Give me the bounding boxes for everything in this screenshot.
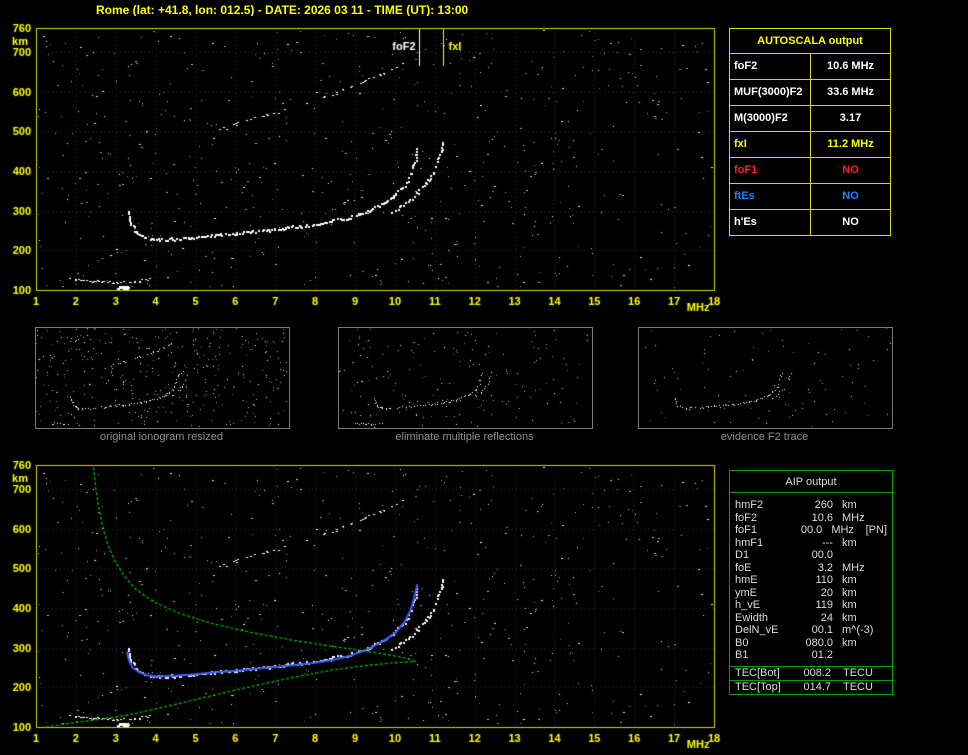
aip-param-label: foF1 (735, 524, 758, 536)
param-value: NO (842, 164, 859, 176)
param-value: NO (842, 216, 859, 228)
param-label: foF2 (730, 54, 811, 79)
aip-param-unit: TECU (843, 666, 873, 679)
aip-param-label: B0 (735, 636, 749, 649)
autoscala-row-m-3000-f2: M(3000)F2 3.17 (730, 105, 890, 131)
aip-param-extra: [PN] (865, 524, 888, 536)
thumbnail-original-ionogram (35, 327, 290, 429)
aip-row-fof1: foF1 00.0 MHz [PN] (730, 524, 892, 537)
aip-output-panel: AIP output hmF2 260 km foF2 10.6 MHz foF1 00.0 M… (729, 470, 893, 695)
aip-row-b0: B0 080.0 km (730, 637, 892, 650)
param-label: MUF(3000)F2 (730, 80, 811, 105)
aip-row-yme: ymE 20 km (730, 587, 892, 600)
aip-param-unit: MHz (842, 561, 865, 574)
aip-row-hmf1: hmF1 --- km (730, 537, 892, 550)
aip-param-unit (842, 549, 876, 562)
aip-param-value: 080.0 (805, 636, 833, 649)
aip-param-unit (842, 649, 876, 662)
autoscala-row-fxi: fxI 11.2 MHz (730, 131, 890, 157)
autoscala-row-ftes: ftEs NO (730, 183, 890, 209)
aip-param-label: hmE (735, 574, 758, 586)
aip-row-b1: B1 01.2 (730, 649, 892, 662)
aip-row-tec-top: TEC[Top] 014.7 TECU (730, 679, 892, 694)
aip-param-unit: km (842, 611, 857, 624)
ionogram-top-plot (0, 16, 726, 318)
param-label: h'Es (730, 210, 811, 235)
aip-param-label: hmF2 (735, 499, 764, 511)
aip-param-value: 00.1 (811, 624, 833, 636)
thumbnail-caption-reflections: eliminate multiple reflections (395, 431, 534, 443)
aip-param-label: foE (735, 561, 752, 574)
aip-param-label: TEC[Top] (735, 680, 781, 693)
aip-param-label: TEC[Bot] (735, 666, 780, 679)
aip-param-unit: km (842, 636, 857, 649)
param-label: M(3000)F2 (730, 106, 811, 131)
aip-param-value: 00.0 (800, 524, 823, 536)
autoscala-row-muf-3000-f2: MUF(3000)F2 33.6 MHz (730, 79, 890, 105)
param-label: foF1 (730, 158, 811, 183)
autoscala-output-table: AUTOSCALA output foF2 10.6 MHz MUF(3000)F2… (729, 28, 891, 236)
aip-panel-title: AIP output (730, 471, 892, 493)
station-date-time-title: Rome (lat: +41.8, lon: 012.5) - DATE: 20… (96, 3, 469, 17)
aip-param-value: 00.0 (811, 549, 833, 561)
aip-row-tec-bot: TEC[Bot] 008.2 TECU (730, 665, 892, 680)
autoscala-row-fof2: foF2 10.6 MHz (730, 53, 890, 79)
thumbnail-caption-f2-trace: evidence F2 trace (720, 431, 809, 443)
param-value: 3.17 (839, 112, 862, 124)
aip-param-value: 008.2 (803, 666, 831, 679)
aip-param-value: 014.7 (803, 680, 831, 693)
aip-param-value: 20 (820, 586, 833, 599)
aip-param-unit: TECU (843, 680, 873, 693)
aip-param-unit: km (842, 599, 857, 611)
aip-param-unit: km (842, 586, 857, 599)
aip-param-value: 24 (820, 611, 833, 624)
autoscala-row-h-es: h'Es NO (730, 209, 890, 235)
aip-param-label: foF2 (735, 511, 758, 524)
aip-param-label: DelN_vE (735, 624, 779, 636)
aip-param-label: h_vE (735, 599, 761, 611)
param-value: 10.6 MHz (826, 60, 875, 72)
aip-row-hme: hmE 110 km (730, 574, 892, 587)
aip-row-d1: D1 00.0 (730, 549, 892, 562)
autoscala-row-fof1: foF1 NO (730, 157, 890, 183)
aip-row-deln-ve: DelN_vE 00.1 m^(-3) (730, 624, 892, 637)
aip-row-h-ve: h_vE 119 km (730, 599, 892, 612)
aip-param-value: --- (822, 536, 833, 549)
param-value: 11.2 MHz (827, 138, 874, 150)
aip-param-value: 110 (815, 574, 833, 586)
autoscala-table-rows: foF2 10.6 MHz MUF(3000)F2 33.6 MHz M(3000)F2… (730, 53, 890, 235)
aip-param-label: Ewidth (735, 611, 769, 624)
aip-param-value: 3.2 (817, 561, 833, 574)
aip-param-label: D1 (735, 549, 750, 561)
thumbnail-eliminate-multiple-reflections (338, 327, 593, 429)
param-label: ftEs (730, 184, 811, 209)
aip-param-unit: m^(-3) (842, 624, 874, 636)
autoscala-table-title: AUTOSCALA output (757, 35, 863, 47)
aip-row-foe: foE 3.2 MHz (730, 562, 892, 575)
aip-param-value: 119 (815, 599, 833, 611)
param-value: 33.6 MHz (826, 86, 875, 98)
aip-row-ewidth: Ewidth 24 km (730, 612, 892, 625)
aip-tec-rows: TEC[Bot] 008.2 TECU TEC[Top] 014.7 TECU (730, 665, 892, 694)
aip-param-label: hmF1 (735, 536, 764, 549)
aip-param-label: ymE (735, 586, 757, 599)
aip-param-value: 260 (814, 499, 833, 511)
aip-param-label: B1 (735, 649, 749, 661)
aip-row-fof2: foF2 10.6 MHz (730, 512, 892, 525)
aip-param-unit: km (842, 499, 857, 511)
aip-param-unit: km (842, 574, 857, 586)
aip-param-value: 10.6 (811, 511, 833, 524)
param-label: fxI (730, 132, 811, 157)
ionogram-bottom-plot (0, 453, 726, 755)
aip-param-unit: MHz (831, 524, 854, 536)
thumbnail-caption-original: original ionogram resized (100, 431, 223, 443)
aip-param-value: 01.2 (811, 649, 833, 661)
aip-param-unit: MHz (842, 511, 865, 524)
aip-parameter-rows: hmF2 260 km foF2 10.6 MHz foF1 00.0 MHz [PN] hmF1-… (730, 493, 892, 666)
thumbnail-evidence-f2-trace (638, 327, 893, 429)
param-value: NO (842, 190, 859, 202)
aip-param-unit: km (842, 536, 857, 549)
aip-row-hmf2: hmF2 260 km (730, 499, 892, 512)
